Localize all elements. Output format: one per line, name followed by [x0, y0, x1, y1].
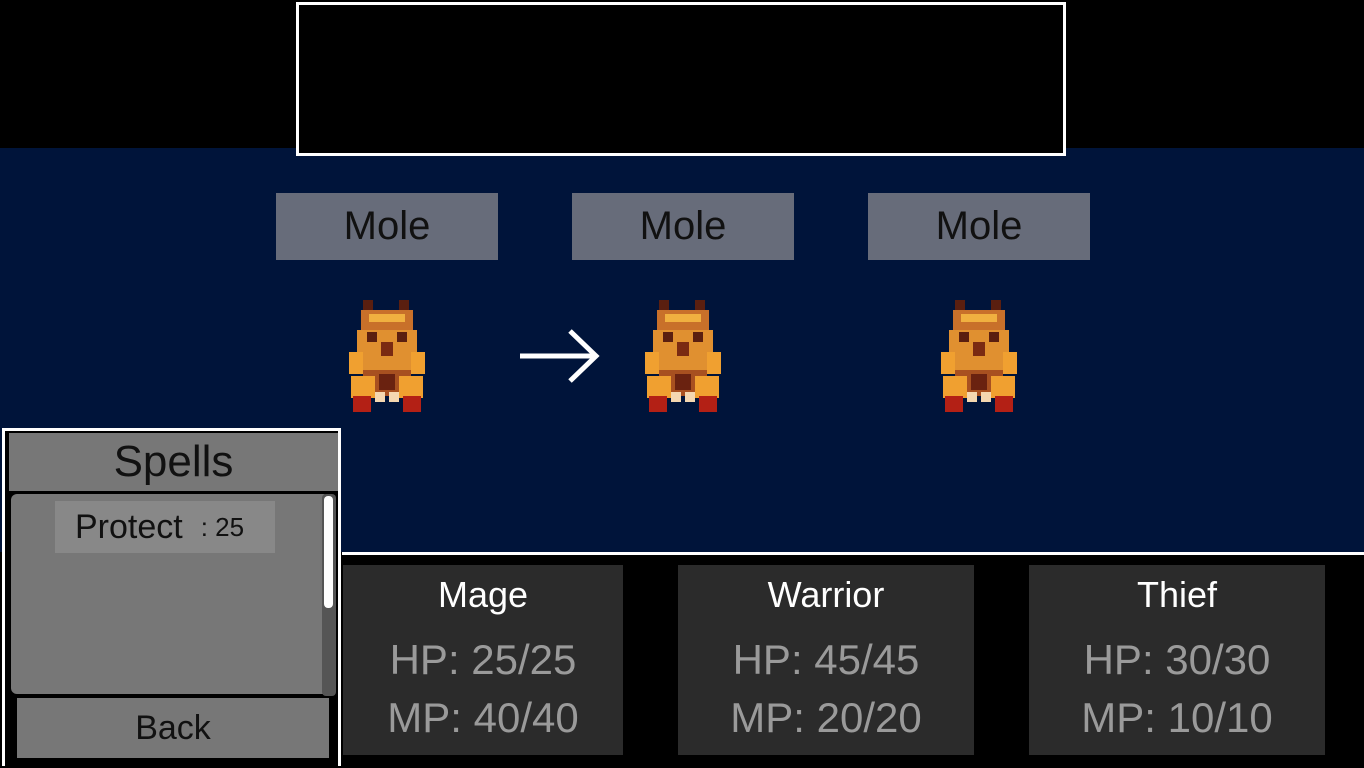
mole-sprite-pixel	[699, 396, 717, 412]
mole-sprite-pixel	[647, 376, 671, 398]
message-box	[296, 2, 1066, 156]
mole-sprite-pixel	[411, 352, 425, 374]
mole-sprite-pixel	[991, 376, 1015, 398]
mole-sprite-pixel	[379, 374, 395, 390]
mole-sprite-pixel	[649, 396, 667, 412]
enemy-name-button-3[interactable]: Mole	[868, 193, 1090, 260]
mole-sprite-pixel	[663, 332, 673, 342]
party-member-name: Warrior	[767, 574, 885, 615]
enemy-name-button-1[interactable]: Mole	[276, 193, 498, 260]
enemy-name-button-2[interactable]: Mole	[572, 193, 794, 260]
mole-sprite-pixel	[967, 392, 977, 402]
mole-sprite-pixel	[943, 376, 967, 398]
spell-name: Protect	[75, 507, 183, 546]
battle-divider	[342, 552, 1364, 555]
spell-list-scrollbar[interactable]	[322, 494, 336, 696]
mole-sprite-pixel	[349, 352, 363, 374]
mole-sprite-pixel	[375, 392, 385, 402]
mole-sprite-pixel	[677, 342, 689, 356]
scrollbar-thumb[interactable]	[324, 496, 333, 608]
party-card-warrior: Warrior HP: 45/45 MP: 20/20	[678, 565, 974, 755]
mole-sprite-pixel	[1003, 352, 1017, 374]
spell-item-protect[interactable]: Protect : 25	[55, 501, 275, 553]
spell-menu-title: Spells	[9, 433, 338, 491]
mole-sprite-pixel	[685, 392, 695, 402]
right-arrow-icon	[520, 329, 600, 383]
mole-sprite-1[interactable]	[349, 298, 425, 418]
mole-sprite-2[interactable]	[645, 298, 721, 418]
mole-sprite-pixel	[399, 376, 423, 398]
mole-sprite-pixel	[695, 376, 719, 398]
mole-sprite-pixel	[351, 376, 375, 398]
party-member-name: Mage	[437, 574, 529, 615]
mole-sprite-pixel	[671, 392, 681, 402]
party-card-thief: Thief HP: 30/30 MP: 10/10	[1029, 565, 1325, 755]
mole-sprite-3[interactable]	[941, 298, 1017, 418]
mole-sprite-pixel	[959, 332, 969, 342]
spell-menu: Spells Protect : 25 Back	[2, 428, 341, 766]
party-member-mp: MP: 20/20	[730, 694, 922, 741]
mole-sprite-pixel	[381, 342, 393, 356]
mole-sprite-pixel	[397, 332, 407, 342]
mole-sprite-pixel	[389, 392, 399, 402]
mole-sprite-pixel	[945, 396, 963, 412]
mole-sprite-pixel	[353, 396, 371, 412]
mole-sprite-pixel	[403, 396, 421, 412]
party-member-hp: HP: 45/45	[732, 636, 920, 683]
spell-list: Protect : 25	[11, 494, 329, 694]
mole-sprite-pixel	[707, 352, 721, 374]
mole-sprite-pixel	[961, 314, 997, 322]
back-button[interactable]: Back	[17, 698, 329, 758]
party-member-hp: HP: 25/25	[389, 636, 577, 683]
spell-cost: : 25	[200, 511, 245, 542]
mole-sprite-pixel	[973, 342, 985, 356]
party-member-name: Thief	[1136, 574, 1218, 615]
mole-sprite-pixel	[645, 352, 659, 374]
mole-sprite-pixel	[367, 332, 377, 342]
party-member-hp: HP: 30/30	[1083, 636, 1271, 683]
party-member-mp: MP: 40/40	[387, 694, 579, 741]
mole-sprite-pixel	[369, 314, 405, 322]
mole-sprite-pixel	[693, 332, 703, 342]
mole-sprite-pixel	[981, 392, 991, 402]
mole-sprite-pixel	[675, 374, 691, 390]
mole-sprite-pixel	[941, 352, 955, 374]
mole-sprite-pixel	[995, 396, 1013, 412]
mole-sprite-pixel	[989, 332, 999, 342]
mole-sprite-pixel	[665, 314, 701, 322]
party-card-mage: Mage HP: 25/25 MP: 40/40	[343, 565, 623, 755]
mole-sprite-pixel	[971, 374, 987, 390]
party-member-mp: MP: 10/10	[1081, 694, 1273, 741]
